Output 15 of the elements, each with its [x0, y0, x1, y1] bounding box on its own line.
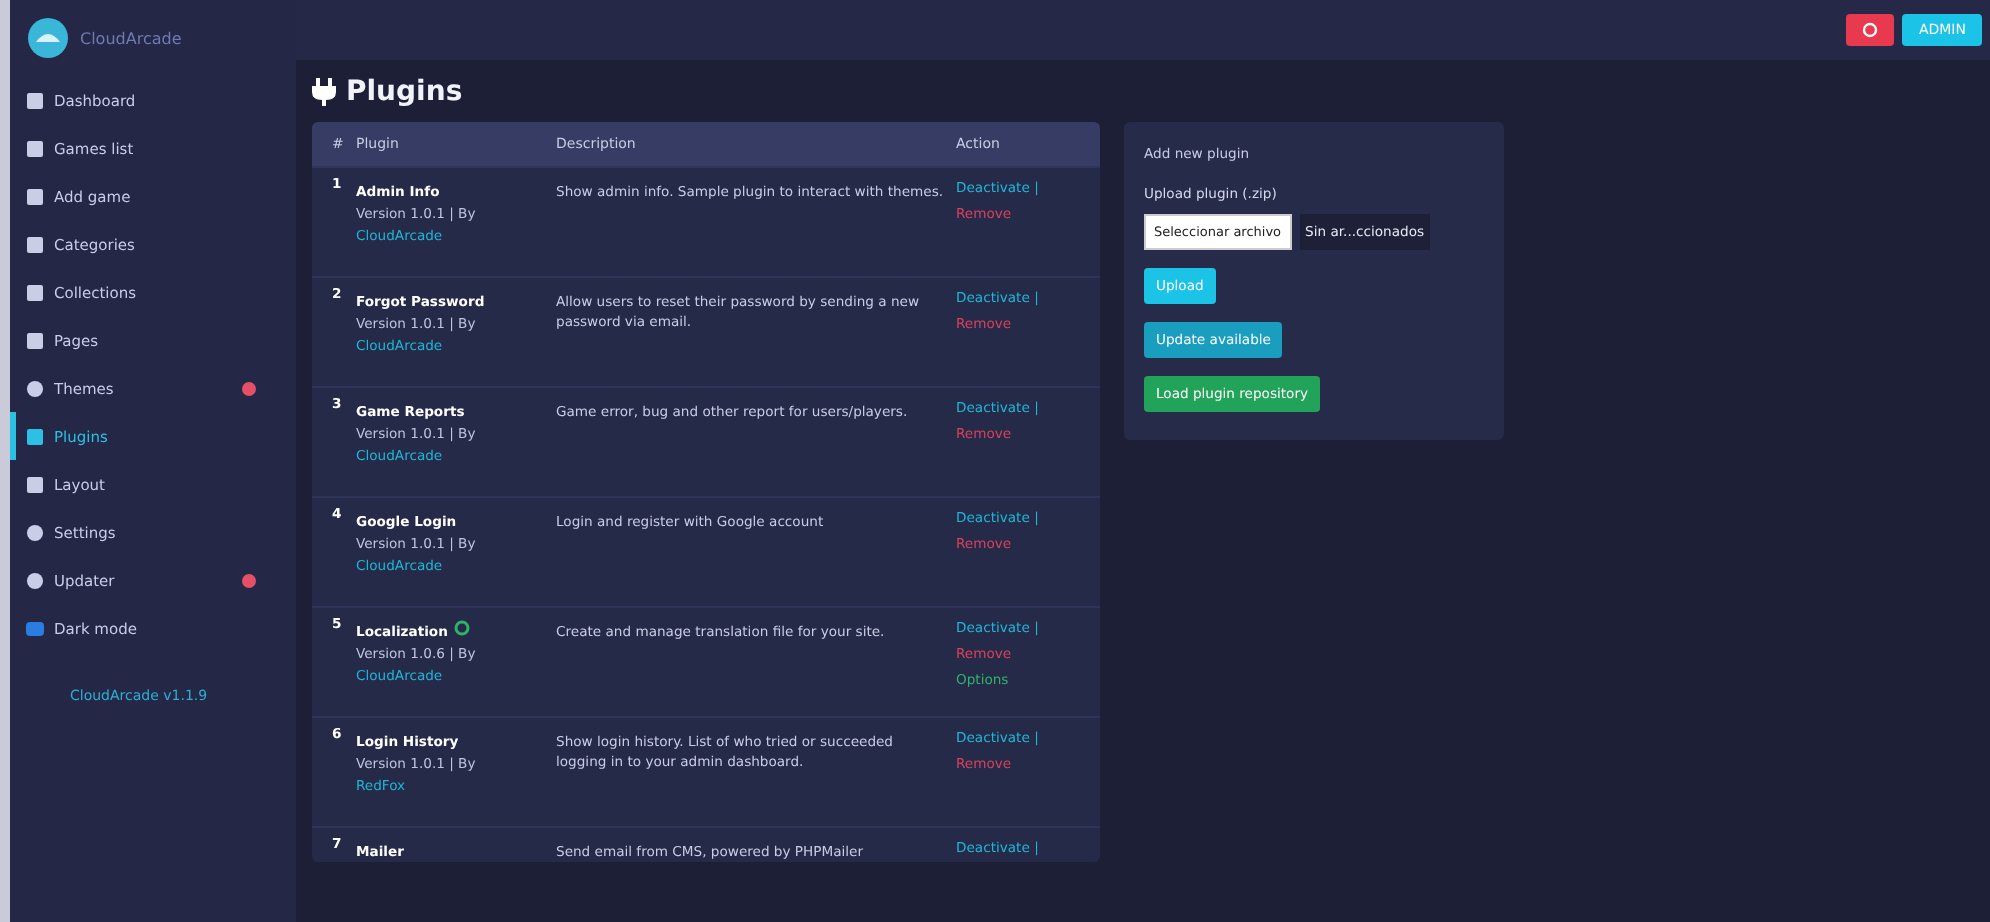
plug-icon: [312, 78, 336, 106]
menu-item-icon: [26, 475, 44, 493]
menu-item-icon: [26, 427, 44, 445]
menu-item-icon: [26, 379, 44, 397]
menu-item-icon: [26, 235, 44, 253]
menu-item-icon: [26, 619, 44, 637]
menu-item-icon: [26, 91, 44, 109]
menu-item-icon: [26, 331, 44, 349]
logo-icon: [26, 16, 70, 60]
menu-item-icon: [26, 139, 44, 157]
menu-item-icon: [26, 571, 44, 589]
page-title: Plugins: [346, 76, 463, 108]
menu-item-icon: [26, 283, 44, 301]
menu-item-icon: [26, 187, 44, 205]
logo-text: CloudArcade: [80, 29, 182, 47]
